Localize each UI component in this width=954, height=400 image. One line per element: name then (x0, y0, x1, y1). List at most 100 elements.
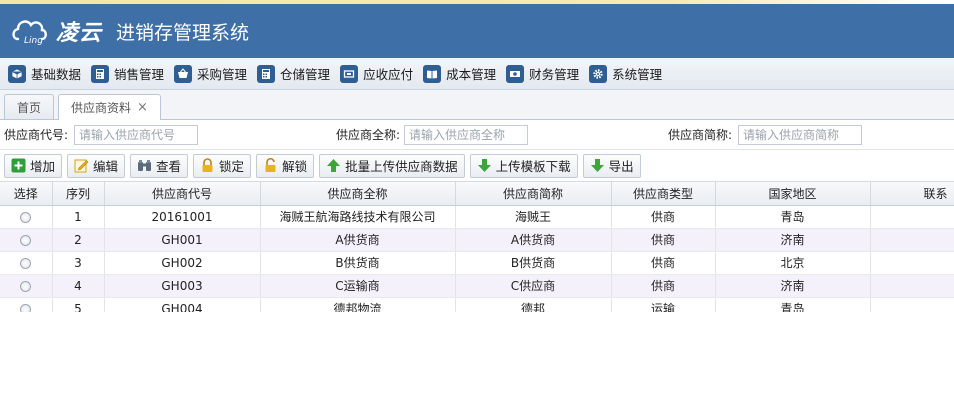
arrow-down-icon (477, 158, 492, 173)
template-download-button[interactable]: 上传模板下载 (469, 153, 578, 178)
lock-icon (200, 158, 215, 173)
menu-item-sales[interactable]: 销售管理 (91, 62, 164, 86)
type-cell: 供商 (611, 228, 716, 252)
gear-icon (589, 64, 608, 83)
button-label: 查看 (156, 159, 182, 174)
menu-label: 财务管理 (529, 67, 580, 82)
table-row[interactable]: 5 GH004 德邦物流 德邦 运输 青岛 (0, 297, 954, 312)
money-icon (506, 64, 525, 83)
filter-label: 供应商简称: (668, 128, 733, 142)
lock-button[interactable]: 锁定 (193, 153, 252, 178)
tab-home[interactable]: 首页 (4, 94, 55, 119)
edit-button[interactable]: 编辑 (67, 153, 126, 178)
book-icon (423, 64, 442, 83)
unlock-button[interactable]: 解锁 (256, 153, 315, 178)
row-radio[interactable] (20, 303, 32, 312)
column-header-select[interactable]: 选择 (0, 182, 53, 206)
row-radio[interactable] (20, 234, 32, 246)
seq-cell: 2 (52, 228, 105, 252)
close-icon[interactable]: × (137, 100, 148, 115)
fullname-cell: B供货商 (260, 251, 456, 275)
menu-item-finance[interactable]: 财务管理 (506, 62, 579, 86)
shortname-cell: B供货商 (455, 251, 612, 275)
region-cell: 青岛 (715, 205, 871, 229)
main-menu: 基础数据 销售管理 采购管理 仓储管理 应收应付 成本管理 财务管理 系统管理 (0, 58, 954, 90)
menu-label: 采购管理 (197, 67, 248, 82)
column-header-seq[interactable]: 序列 (52, 182, 105, 206)
menu-item-receivable-payable[interactable]: 应收应付 (340, 62, 413, 86)
view-button[interactable]: 查看 (130, 153, 189, 178)
row-select-cell (0, 205, 53, 229)
button-label: 批量上传供应商数据 (345, 159, 458, 174)
filter-bar: 供应商代号: 供应商全称: 供应商简称: (0, 120, 954, 150)
menu-label: 基础数据 (31, 67, 82, 82)
logo-text: Ling (24, 36, 43, 46)
table-row[interactable]: 1 20161001 海贼王航海路线技术有限公司 海贼王 供商 青岛 (0, 205, 954, 229)
row-radio[interactable] (20, 280, 32, 292)
menu-item-warehouse[interactable]: 仓储管理 (257, 62, 330, 86)
logo: Ling 凌云 (10, 15, 102, 47)
filter-supplier-fullname: 供应商全称: (336, 124, 529, 145)
column-header-type[interactable]: 供应商类型 (611, 182, 716, 206)
code-cell: GH003 (104, 274, 261, 298)
supplier-code-input[interactable] (74, 124, 199, 145)
toolbar: 增加 编辑 查看 锁定 解锁 批量上传供应商数据 上传模板下载 导出 (0, 150, 954, 182)
column-header-shortname[interactable]: 供应商简称 (455, 182, 612, 206)
button-label: 编辑 (93, 159, 119, 174)
button-label: 导出 (608, 159, 634, 174)
menu-item-basic-data[interactable]: 基础数据 (8, 62, 81, 86)
tab-supplier-info[interactable]: 供应商资料 × (58, 94, 161, 120)
unlock-icon (263, 158, 278, 173)
shortname-cell: A供货商 (455, 228, 612, 252)
row-radio[interactable] (20, 257, 32, 269)
fullname-cell: C运输商 (260, 274, 456, 298)
arrow-down-icon (590, 158, 605, 173)
seq-cell: 1 (52, 205, 105, 229)
table-row[interactable]: 2 GH001 A供货商 A供货商 供商 济南 (0, 228, 954, 252)
filter-supplier-code: 供应商代号: (4, 124, 199, 145)
menu-item-system[interactable]: 系统管理 (589, 62, 662, 86)
export-button[interactable]: 导出 (582, 153, 641, 178)
menu-label: 仓储管理 (280, 67, 331, 82)
column-header-region[interactable]: 国家地区 (715, 182, 871, 206)
supplier-shortname-input[interactable] (738, 124, 863, 145)
column-header-contact[interactable]: 联系 (870, 182, 954, 206)
table-row[interactable]: 4 GH003 C运输商 C供应商 供商 济南 (0, 274, 954, 298)
brand-name: 凌云 (56, 21, 103, 46)
plus-icon (11, 158, 26, 173)
row-select-cell (0, 251, 53, 275)
column-header-fullname[interactable]: 供应商全称 (260, 182, 456, 206)
calculator-icon (257, 64, 276, 83)
menu-item-cost[interactable]: 成本管理 (423, 62, 496, 86)
batch-upload-button[interactable]: 批量上传供应商数据 (319, 153, 465, 178)
add-button[interactable]: 增加 (4, 153, 63, 178)
table-row[interactable]: 3 GH002 B供货商 B供货商 供商 北京 (0, 251, 954, 275)
supplier-fullname-input[interactable] (404, 124, 529, 145)
contact-cell (870, 205, 954, 229)
contact-cell (870, 251, 954, 275)
tab-label: 首页 (17, 100, 42, 115)
seq-cell: 4 (52, 274, 105, 298)
menu-label: 销售管理 (114, 67, 165, 82)
code-cell: GH004 (104, 297, 261, 312)
menu-label: 成本管理 (446, 67, 497, 82)
button-label: 解锁 (282, 159, 308, 174)
region-cell: 北京 (715, 251, 871, 275)
shortname-cell: 海贼王 (455, 205, 612, 229)
app-header: Ling 凌云 进销存管理系统 (0, 4, 954, 58)
menu-item-purchase[interactable]: 采购管理 (174, 62, 247, 86)
column-header-code[interactable]: 供应商代号 (104, 182, 261, 206)
edit-icon (74, 158, 89, 173)
row-radio[interactable] (20, 211, 32, 223)
arrow-up-icon (326, 158, 341, 173)
type-cell: 供商 (611, 205, 716, 229)
type-cell: 供商 (611, 274, 716, 298)
contact-cell (870, 274, 954, 298)
cloud-logo-icon: Ling (10, 15, 50, 47)
region-cell: 济南 (715, 274, 871, 298)
contact-cell (870, 297, 954, 312)
filter-supplier-shortname: 供应商简称: (668, 124, 863, 145)
tab-label: 供应商资料 (71, 101, 132, 115)
code-cell: 20161001 (104, 205, 261, 229)
contact-cell (870, 228, 954, 252)
